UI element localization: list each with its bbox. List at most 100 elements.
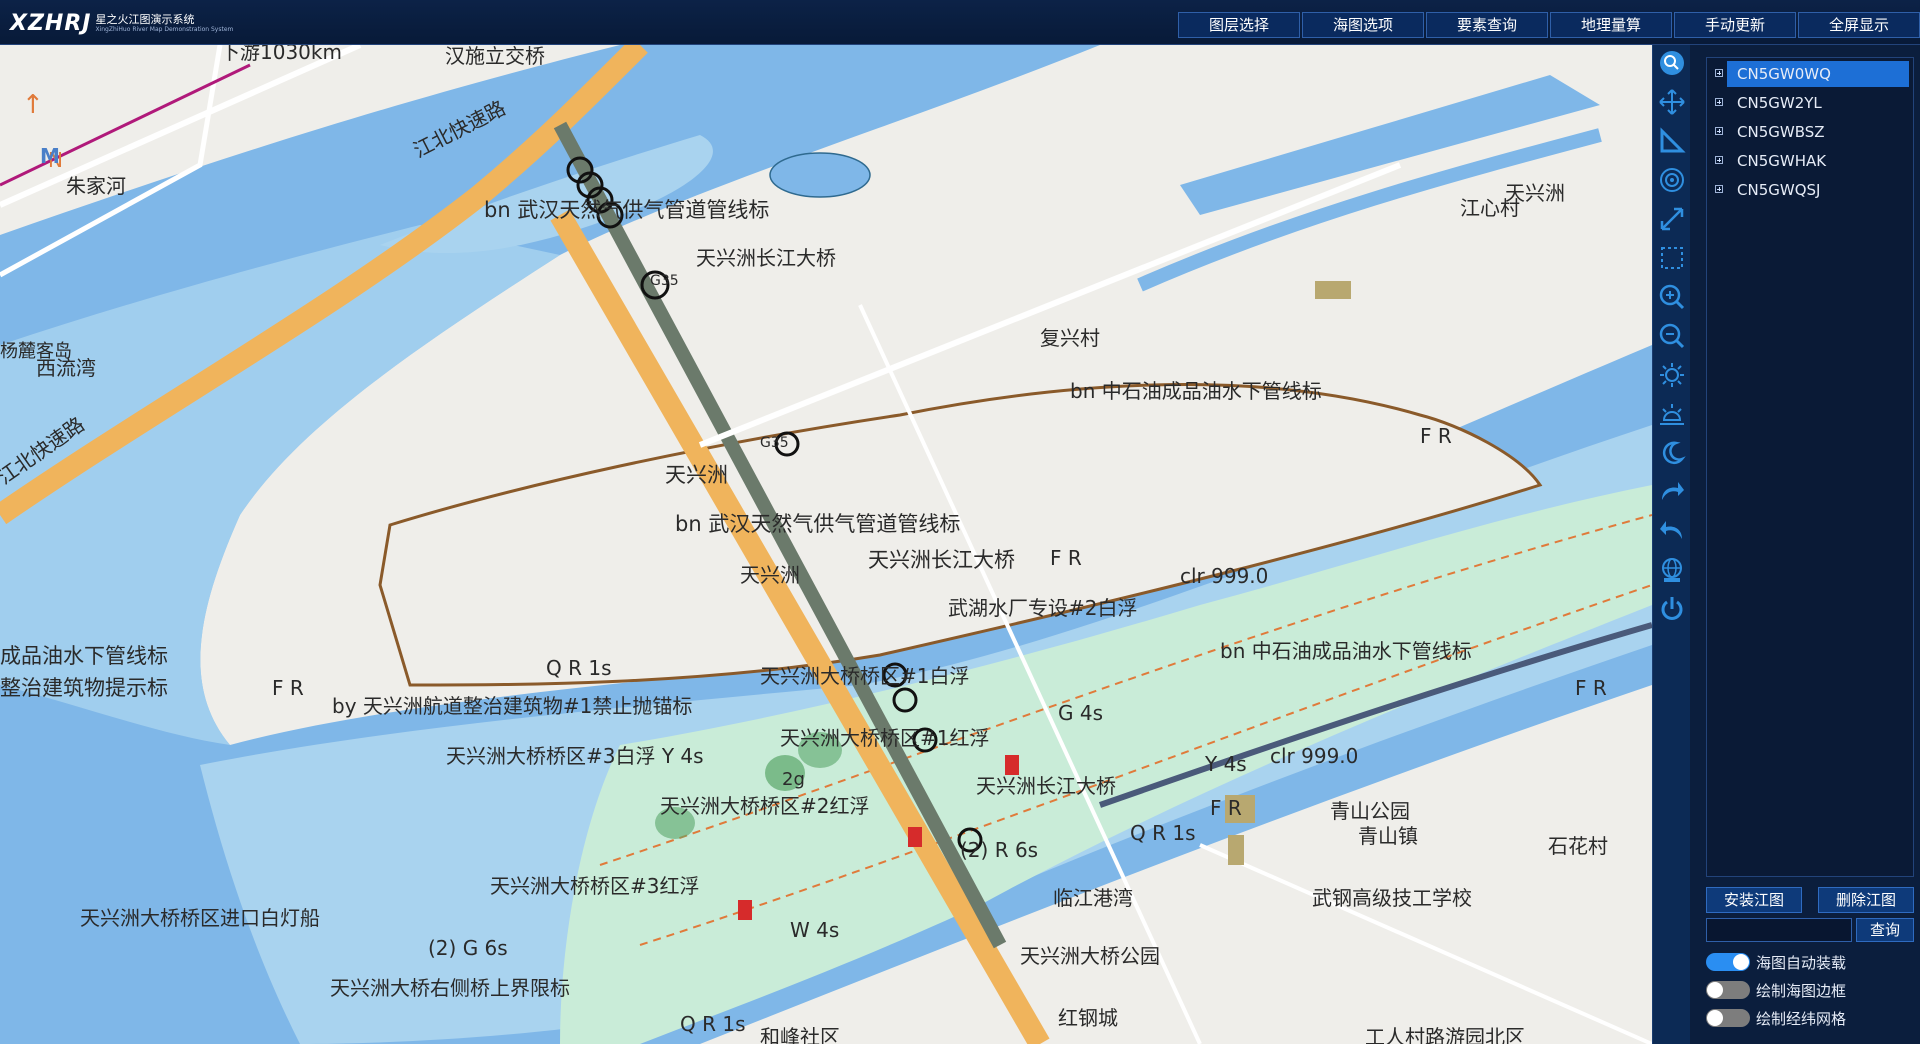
map-label-pipe3: bn 武汉天然气供气管道管线标 <box>675 512 960 536</box>
map-label-pipe4: bn 中石油成品油水下管线标 <box>1220 639 1472 663</box>
map-label-bridge-area1: 天兴洲大桥桥区#1白浮 <box>760 664 969 688</box>
map-label-2g: 2g <box>782 769 805 790</box>
map-label-qingshan-park: 青山公园 <box>1330 799 1410 823</box>
app-subtitle: XingZhiHuo River Map Demonstration Syste… <box>95 25 234 33</box>
map-label-qr3: Q R 1s <box>680 1012 746 1036</box>
app-title: 星之火江图演示系统 <box>95 12 195 26</box>
day-mode-icon[interactable] <box>1658 361 1686 389</box>
map-label-g4s: G 4s <box>1058 701 1103 725</box>
map-label-tianxingzhou-ne: 天兴洲 <box>1505 181 1565 205</box>
power-icon[interactable] <box>1658 595 1686 623</box>
select-box-icon[interactable] <box>1658 244 1686 272</box>
map-label-clr2: clr 999.0 <box>1270 744 1358 768</box>
map-label-linjiang: 临江港湾 <box>1053 886 1133 910</box>
delete-chart-button[interactable]: 删除江图 <box>1818 887 1914 913</box>
logo-mark: XZHRJ <box>10 10 92 36</box>
pan-arrows-icon[interactable] <box>1658 88 1686 116</box>
north-arrow-icon: ↑ <box>22 90 44 120</box>
map-label-fr5: F R <box>1210 796 1242 820</box>
chart-tree-item-cn5gwhak[interactable]: CN5GWHAK <box>1707 148 1913 174</box>
map-label-right-limit: 天兴洲大桥右侧桥上界限标 <box>330 976 570 1000</box>
map-label-g6s: (2) G 6s <box>428 936 508 960</box>
map-label-y4s: Y 4s <box>1204 752 1247 776</box>
menu-fullscreen[interactable]: 全屏显示 <box>1798 12 1920 38</box>
toggle-row-chart-border: 绘制海图边框 <box>1706 979 1846 1001</box>
map-toolbar <box>1652 45 1691 1044</box>
night-mode-icon[interactable] <box>1658 439 1686 467</box>
map-label-hongguang: 和峰社区 <box>760 1025 840 1044</box>
map-label-bridge2: 天兴洲长江大桥 <box>868 548 1015 572</box>
install-chart-button[interactable]: 安装江图 <box>1706 887 1802 913</box>
map-label-fr2: F R <box>1050 546 1082 570</box>
grid-label: 绘制经纬网格 <box>1756 1009 1847 1028</box>
zoom-out-icon[interactable] <box>1658 322 1686 350</box>
expand-icon[interactable] <box>1715 127 1723 135</box>
top-bar: XZHRJ 星之火江图演示系统 XingZhiHuo River Map Dem… <box>0 0 1920 45</box>
expand-icon[interactable] <box>1715 156 1723 164</box>
map-label-wuhu: 武湖水厂专设#2白浮 <box>948 596 1137 620</box>
search-button[interactable]: 查询 <box>1856 918 1914 942</box>
map-label-bridge-area-mid: 天兴洲大桥桥区#1红浮 <box>780 726 989 750</box>
map-label-fr1: F R <box>1420 424 1452 448</box>
chart-tree-item-cn5gw0wq[interactable]: CN5GW0WQ <box>1715 61 1909 87</box>
expand-icon[interactable] <box>1715 98 1723 106</box>
map-label-zhujiahe: 朱家河 <box>66 174 126 198</box>
chart-border-toggle[interactable] <box>1706 981 1750 999</box>
map-label-clr1: clr 999.0 <box>1180 564 1268 588</box>
map-label-hongbi: 红钢城 <box>1058 1006 1118 1030</box>
map-label-fr3: F R <box>272 676 304 700</box>
menu-geo-measure[interactable]: 地理量算 <box>1550 12 1672 38</box>
map-label-g35a: G35 <box>650 273 679 289</box>
map-label-txz1: 天兴洲 <box>665 463 728 487</box>
map-label-pipe5: 成品油水下管线标 <box>0 644 168 668</box>
map-label-wugang: 武钢高级技工学校 <box>1312 886 1472 910</box>
auto-load-label: 海图自动装载 <box>1756 953 1847 972</box>
compass-m-label: M <box>40 144 60 168</box>
toggle-row-grid: 绘制经纬网格 <box>1706 1007 1846 1029</box>
undo-icon[interactable] <box>1658 517 1686 545</box>
zoom-extent-icon[interactable] <box>1658 205 1686 233</box>
redo-icon[interactable] <box>1658 478 1686 506</box>
menu-manual-update[interactable]: 手动更新 <box>1674 12 1796 38</box>
menu-layer-select[interactable]: 图层选择 <box>1178 12 1300 38</box>
zoom-in-icon[interactable] <box>1658 283 1686 311</box>
globe-icon[interactable] <box>1658 556 1686 584</box>
dusk-mode-icon[interactable] <box>1658 400 1686 428</box>
map-label-qr1: Q R 1s <box>546 656 612 680</box>
map-label-by1: by 天兴洲航道整治建筑物#1禁止抛锚标 <box>332 694 692 718</box>
map-label-bridge1: 天兴洲长江大桥 <box>696 246 836 270</box>
map-label-bridge-entry: 天兴洲大桥桥区进口白灯船 <box>80 906 320 930</box>
expand-icon[interactable] <box>1715 69 1723 77</box>
map-label-fuxing: 复兴村 <box>1040 326 1100 350</box>
auto-load-toggle[interactable] <box>1706 953 1750 971</box>
map-label-zhengzhi: 整治建筑物提示标 <box>0 676 168 700</box>
map-label-txz-park: 天兴洲大桥公园 <box>1020 944 1160 968</box>
map-scale-text: 下游1030km <box>220 45 342 64</box>
chart-tree-item-cn5gwbsz[interactable]: CN5GWBSZ <box>1707 119 1913 145</box>
chart-tree-item-cn5gwqsj[interactable]: CN5GWQSJ <box>1707 177 1913 203</box>
expand-icon[interactable] <box>1715 185 1723 193</box>
map-label-bridge-area3r: 天兴洲大桥桥区#3红浮 <box>490 874 699 898</box>
map-label-pipe1: bn 武汉天然气供气管道管线标 <box>484 198 769 222</box>
map-label-r6s: (2) R 6s <box>960 838 1038 862</box>
map-label-fr4: F R <box>1575 676 1607 700</box>
map-label-txz2: 天兴洲 <box>740 563 800 587</box>
chart-search-input[interactable] <box>1706 918 1852 942</box>
magnifier-icon[interactable] <box>1658 49 1686 77</box>
grid-toggle[interactable] <box>1706 1009 1750 1027</box>
measure-angle-icon[interactable] <box>1658 127 1686 155</box>
chart-canvas[interactable]: ↑ N M 下游1030km 朱家河 汉施立交桥 江北快速路 bn 武汉天然气供… <box>0 45 1652 1044</box>
map-label-pipe2: bn 中石油成品油水下管线标 <box>1070 379 1322 403</box>
chart-map-view[interactable]: ↑ N M 下游1030km 朱家河 汉施立交桥 江北快速路 bn 武汉天然气供… <box>0 45 1652 1044</box>
chart-tree: CN5GW0WQ CN5GW2YL CN5GWBSZ CN5GWHAK CN5G… <box>1706 57 1914 877</box>
map-label-qingshan: 青山镇 <box>1358 824 1418 848</box>
chart-tree-item-cn5gw2yl[interactable]: CN5GW2YL <box>1707 90 1913 116</box>
main-menu: 图层选择 海图选项 要素查询 地理量算 手动更新 全屏显示 <box>1176 12 1920 38</box>
map-label-hanshi: 汉施立交桥 <box>445 45 545 68</box>
map-label-bridge-area2: 天兴洲大桥桥区#2红浮 <box>660 794 869 818</box>
spiral-icon[interactable] <box>1658 166 1686 194</box>
menu-feature-query[interactable]: 要素查询 <box>1426 12 1548 38</box>
menu-chart-options[interactable]: 海图选项 <box>1302 12 1424 38</box>
map-label-lukedao: 杨麓客岛 <box>0 341 72 362</box>
toggle-row-auto-load: 海图自动装载 <box>1706 951 1846 973</box>
